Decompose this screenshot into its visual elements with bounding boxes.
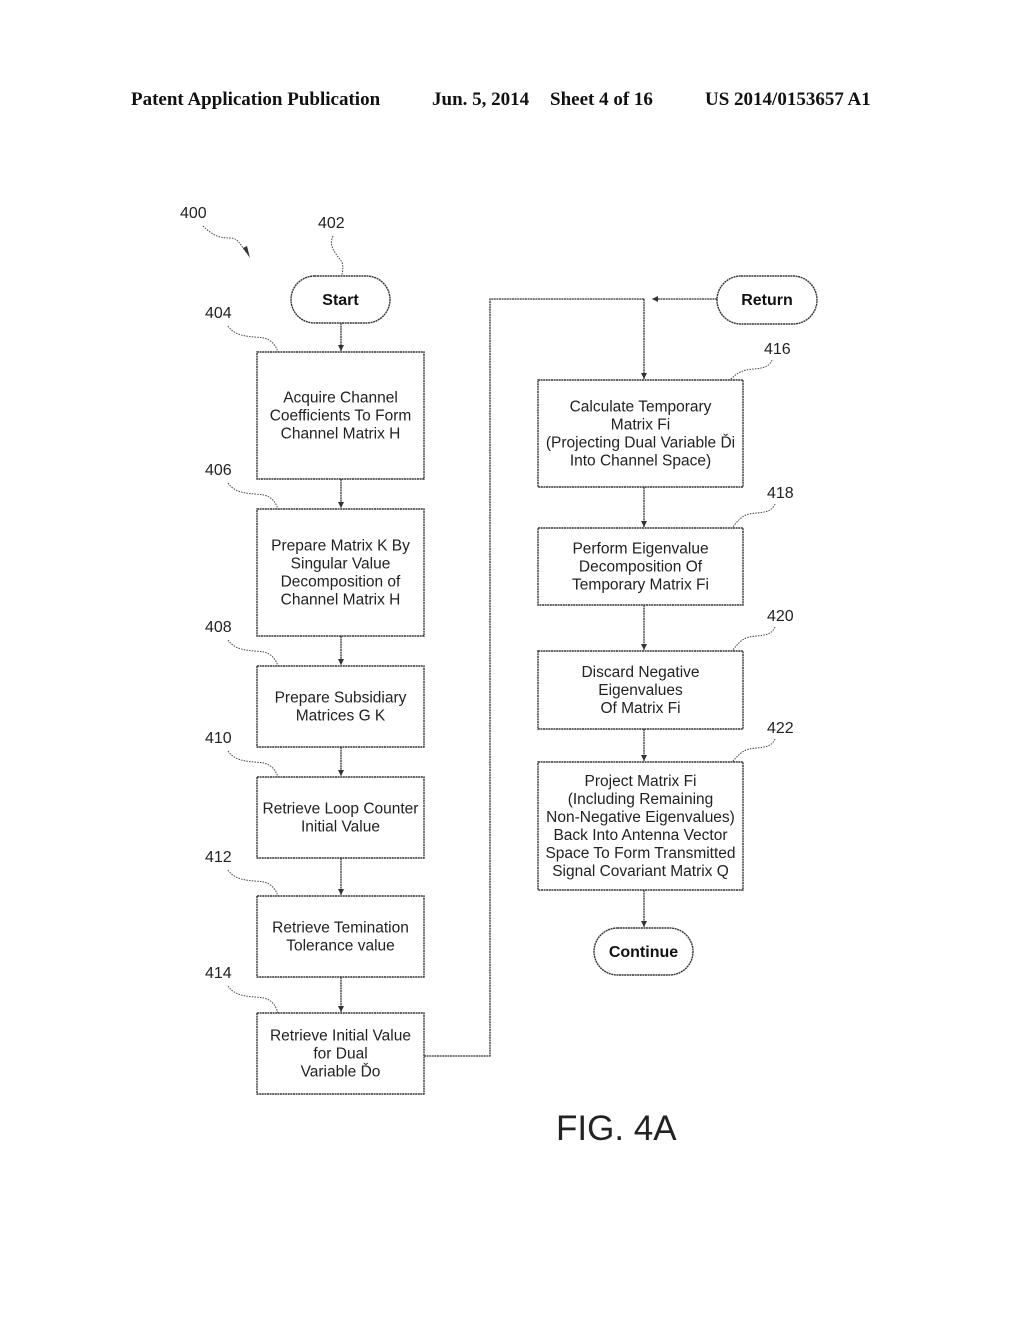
- leader-404: [227, 325, 279, 353]
- leader-402: [330, 235, 344, 277]
- step-text-line: Acquire Channel: [283, 390, 398, 407]
- step-text-line: Back Into Antenna Vector: [553, 827, 727, 844]
- diagram-ref-arrowhead-icon: [243, 246, 250, 258]
- step-text-line: Into Channel Space): [570, 453, 711, 470]
- steps-layer: Acquire ChannelCoefficients To FormChann…: [205, 305, 794, 1095]
- step-414: Retrieve Initial Valuefor DualVariable Ď…: [205, 965, 425, 1095]
- ref-402: 402: [318, 215, 345, 232]
- figure-label: FIG. 4A: [556, 1109, 677, 1148]
- step-text-line: Tolerance value: [286, 938, 395, 955]
- step-text-line: Of Matrix Fi: [600, 700, 680, 717]
- step-text-line: (Including Remaining: [568, 791, 714, 808]
- step-416: Calculate TemporaryMatrix Fi(Projecting …: [537, 341, 791, 488]
- step-text-line: for Dual: [313, 1046, 367, 1063]
- leader-420: [731, 626, 776, 652]
- step-text-line: Calculate Temporary: [570, 399, 712, 416]
- step-418: Perform EigenvalueDecomposition OfTempor…: [537, 485, 794, 606]
- ref-412: 412: [205, 849, 232, 866]
- step-text-line: Non-Negative Eigenvalues): [546, 809, 735, 826]
- step-text-line: Discard Negative: [581, 664, 699, 681]
- step-box: [256, 665, 425, 748]
- leader-416: [729, 359, 773, 381]
- terminal-return: Return: [716, 275, 818, 325]
- step-text-line: Temporary Matrix Fi: [572, 577, 709, 594]
- leader-422: [731, 738, 776, 763]
- start-label: Start: [322, 292, 359, 309]
- ref-418: 418: [767, 485, 794, 502]
- ref-410: 410: [205, 730, 232, 747]
- ref-406: 406: [205, 462, 232, 479]
- ref-408: 408: [205, 619, 232, 636]
- diagram-ref-label: 400: [180, 205, 207, 222]
- step-420: Discard NegativeEigenvaluesOf Matrix Fi 4…: [537, 608, 794, 730]
- step-text-line: Space To Form Transmitted: [545, 845, 735, 862]
- step-text-line: Variable Ďo: [301, 1064, 381, 1081]
- step-text-line: Prepare Subsidiary: [275, 690, 407, 707]
- step-box: [256, 508, 425, 637]
- ref-420: 420: [767, 608, 794, 625]
- step-text-line: Retrieve Temination: [272, 920, 409, 937]
- step-box: [537, 379, 744, 488]
- step-text-line: Decomposition Of: [579, 559, 703, 576]
- ref-422: 422: [767, 720, 794, 737]
- step-text-line: Retrieve Initial Value: [270, 1028, 411, 1045]
- step-406: Prepare Matrix K BySingular ValueDecompo…: [205, 462, 425, 637]
- leader-414: [227, 985, 279, 1014]
- ref-416: 416: [764, 341, 791, 358]
- continue-label: Continue: [609, 944, 678, 961]
- step-text-line: Signal Covariant Matrix Q: [552, 863, 729, 880]
- step-text-line: Matrix Fi: [611, 417, 670, 434]
- ref-414: 414: [205, 965, 232, 982]
- step-text-line: Eigenvalues: [598, 682, 683, 699]
- step-text-line: Initial Value: [301, 819, 380, 836]
- step-text-line: Matrices G K: [296, 708, 386, 725]
- step-box: [256, 776, 425, 859]
- step-text-line: Retrieve Loop Counter: [263, 801, 419, 818]
- step-text-line: Decomposition of: [281, 574, 401, 591]
- step-box: [256, 895, 425, 978]
- leader-412: [227, 869, 279, 897]
- return-label: Return: [741, 292, 793, 309]
- terminal-continue: Continue: [593, 927, 694, 976]
- step-text-line: (Projecting Dual Variable Ďi: [546, 435, 735, 452]
- leader-406: [227, 482, 279, 510]
- step-422: Project Matrix Fi(Including RemainingNon…: [537, 720, 794, 891]
- step-text-line: Coefficients To Form: [270, 408, 412, 425]
- leader-410: [227, 750, 279, 778]
- leader-408: [227, 639, 279, 667]
- step-text-line: Prepare Matrix K By: [271, 538, 410, 555]
- step-text-line: Singular Value: [291, 556, 391, 573]
- step-text-line: Channel Matrix H: [281, 592, 401, 609]
- step-410: Retrieve Loop CounterInitial Value 410: [205, 730, 425, 859]
- diagram-ref-arrow: [202, 225, 247, 253]
- terminal-start: Start: [290, 275, 391, 324]
- leader-418: [731, 503, 776, 529]
- flowchart: 400 Start 402 Return Continue Acquire Ch…: [180, 205, 818, 1148]
- step-text-line: Perform Eigenvalue: [572, 541, 708, 558]
- ref-404: 404: [205, 305, 232, 322]
- step-text-line: Project Matrix Fi: [585, 773, 697, 790]
- step-412: Retrieve TeminationTolerance value 412: [205, 849, 425, 978]
- step-408: Prepare SubsidiaryMatrices G K 408: [205, 619, 425, 748]
- step-404: Acquire ChannelCoefficients To FormChann…: [205, 305, 425, 480]
- step-text-line: Channel Matrix H: [281, 426, 401, 443]
